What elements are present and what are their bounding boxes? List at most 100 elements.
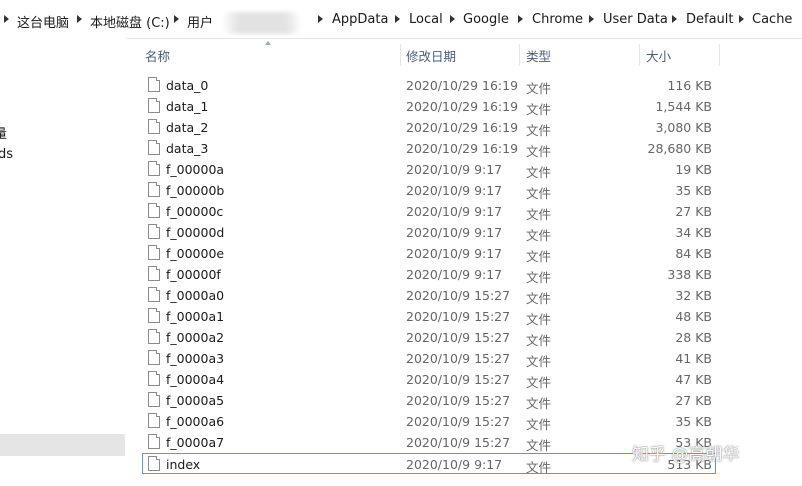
file-type: 文件: [526, 102, 552, 117]
file-row[interactable]: data_0 2020/10/29 16:19 文件 116 KB: [143, 75, 715, 96]
file-row[interactable]: f_00000e 2020/10/9 9:17 文件 84 KB: [143, 243, 715, 264]
file-row[interactable]: f_00000d 2020/10/9 9:17 文件 34 KB: [143, 222, 715, 243]
column-header-type[interactable]: 类型: [526, 46, 551, 65]
file-size: 48 KB: [675, 309, 712, 324]
file-row[interactable]: f_00000a 2020/10/9 9:17 文件 19 KB: [143, 159, 715, 180]
file-row[interactable]: f_00000b 2020/10/9 9:17 文件 35 KB: [143, 180, 715, 201]
chevron-right-icon[interactable]: [318, 15, 323, 23]
column-header-date[interactable]: 修改日期: [406, 46, 456, 65]
file-row[interactable]: f_0000a3 2020/10/9 15:27 文件 41 KB: [143, 348, 715, 369]
file-size: 19 KB: [675, 162, 712, 177]
chevron-right-icon[interactable]: [174, 15, 179, 23]
breadcrumb-default[interactable]: Default: [686, 12, 734, 27]
column-divider[interactable]: [639, 44, 640, 66]
file-type: 文件: [526, 228, 552, 243]
file-size: 338 KB: [667, 267, 712, 282]
breadcrumb-local[interactable]: Local: [409, 12, 443, 27]
file-icon: [148, 224, 160, 239]
file-modified-date: 2020/10/9 15:27: [406, 288, 511, 303]
chevron-right-icon[interactable]: [672, 15, 677, 23]
breadcrumb-user-data[interactable]: User Data: [603, 12, 668, 27]
address-bar[interactable]: 这台电脑 本地磁盘 (C:) 用户 AppData Local Google C…: [0, 0, 802, 39]
file-modified-date: 2020/10/9 15:27: [406, 372, 511, 387]
file-row[interactable]: f_0000a5 2020/10/9 15:27 文件 27 KB: [143, 390, 715, 411]
file-size: 27 KB: [675, 204, 712, 219]
file-row[interactable]: f_0000a1 2020/10/9 15:27 文件 48 KB: [143, 306, 715, 327]
breadcrumb-this-pc[interactable]: 这台电脑: [17, 12, 69, 31]
file-size: 28,680 KB: [647, 141, 712, 156]
chevron-right-icon[interactable]: [77, 15, 82, 23]
breadcrumb-google[interactable]: Google: [463, 12, 509, 27]
chevron-right-icon[interactable]: [450, 15, 455, 23]
file-type: 文件: [526, 207, 552, 222]
file-name: f_00000b: [166, 183, 225, 198]
file-icon: [148, 308, 160, 323]
file-name: f_0000a6: [166, 414, 225, 429]
file-size: 116 KB: [667, 78, 712, 93]
chevron-right-icon[interactable]: [395, 15, 400, 23]
file-row[interactable]: f_0000a0 2020/10/9 15:27 文件 32 KB: [143, 285, 715, 306]
column-header-size[interactable]: 大小: [646, 46, 671, 65]
file-row[interactable]: f_0000a6 2020/10/9 15:27 文件 35 KB: [143, 411, 715, 432]
watermark-text: 知乎 @高朝华: [632, 445, 740, 465]
file-modified-date: 2020/10/9 15:27: [406, 393, 511, 408]
file-icon: [148, 392, 160, 407]
chevron-right-icon[interactable]: [739, 15, 744, 23]
file-size: 28 KB: [675, 330, 712, 345]
file-name: f_0000a3: [166, 351, 225, 366]
file-size: 84 KB: [675, 246, 712, 261]
file-row[interactable]: f_00000c 2020/10/9 9:17 文件 27 KB: [143, 201, 715, 222]
file-type: 文件: [526, 417, 552, 432]
file-icon: [148, 140, 160, 155]
file-name: f_0000a2: [166, 330, 225, 345]
file-row[interactable]: data_1 2020/10/29 16:19 文件 1,544 KB: [143, 96, 715, 117]
file-row[interactable]: f_0000a7 2020/10/9 15:27 文件 53 KB: [143, 432, 715, 453]
breadcrumb-local-disk[interactable]: 本地磁盘 (C:): [90, 12, 170, 31]
chevron-right-icon[interactable]: [4, 15, 9, 23]
file-name: f_0000a1: [166, 309, 225, 324]
file-modified-date: 2020/10/9 9:17: [406, 162, 503, 177]
column-divider[interactable]: [519, 44, 520, 66]
file-type: 文件: [526, 165, 552, 180]
file-icon: [148, 98, 160, 113]
breadcrumb-chrome[interactable]: Chrome: [532, 12, 583, 27]
file-name: data_3: [166, 141, 209, 156]
nav-item-fragment[interactable]: ds: [0, 147, 13, 162]
file-row[interactable]: f_0000a2 2020/10/9 15:27 文件 28 KB: [143, 327, 715, 348]
file-row[interactable]: data_2 2020/10/29 16:19 文件 3,080 KB: [143, 117, 715, 138]
chevron-right-icon[interactable]: [589, 15, 594, 23]
navigation-pane[interactable]: 量 ds: [0, 38, 126, 486]
file-name: index: [166, 457, 201, 472]
file-icon: [148, 350, 160, 365]
file-row[interactable]: data_3 2020/10/29 16:19 文件 28,680 KB: [143, 138, 715, 159]
chevron-right-icon[interactable]: [518, 15, 523, 23]
file-type: 文件: [526, 312, 552, 327]
file-modified-date: 2020/10/9 15:27: [406, 351, 511, 366]
file-size: 35 KB: [675, 183, 712, 198]
file-icon: [148, 413, 160, 428]
file-row[interactable]: f_00000f 2020/10/9 9:17 文件 338 KB: [143, 264, 715, 285]
file-name: data_0: [166, 78, 209, 93]
file-icon: [148, 329, 160, 344]
column-divider[interactable]: [719, 44, 720, 66]
file-modified-date: 2020/10/29 16:19: [406, 141, 519, 156]
breadcrumb-users[interactable]: 用户: [187, 12, 213, 31]
breadcrumb-appdata[interactable]: AppData: [332, 12, 388, 27]
file-icon: [148, 371, 160, 386]
breadcrumb-cache[interactable]: Cache: [752, 12, 792, 27]
file-type: 文件: [526, 81, 552, 96]
file-row-selected[interactable]: index 2020/10/9 9:17 文件 513 KB: [142, 453, 716, 475]
nav-item-selected[interactable]: [0, 434, 125, 456]
file-type: 文件: [526, 460, 552, 475]
file-name: data_1: [166, 99, 209, 114]
file-row[interactable]: f_0000a4 2020/10/9 15:27 文件 47 KB: [143, 369, 715, 390]
file-size: 1,544 KB: [655, 99, 712, 114]
file-icon: [148, 161, 160, 176]
file-modified-date: 2020/10/9 9:17: [406, 457, 503, 472]
column-divider[interactable]: [400, 44, 401, 66]
file-name: data_2: [166, 120, 209, 135]
file-size: 35 KB: [675, 414, 712, 429]
file-size: 47 KB: [675, 372, 712, 387]
nav-item-fragment[interactable]: 量: [0, 123, 7, 142]
column-header-name[interactable]: 名称: [145, 46, 170, 65]
